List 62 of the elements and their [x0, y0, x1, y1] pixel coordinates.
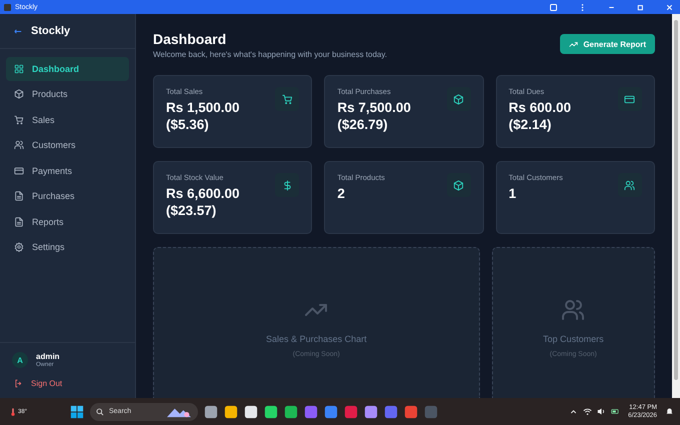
nav-item[interactable]: Settings [6, 236, 129, 259]
bell-icon[interactable] [665, 407, 674, 416]
thermometer-icon [10, 406, 16, 416]
app-icon[interactable] [204, 404, 218, 418]
trend-icon [569, 40, 578, 48]
restore-icon[interactable] [636, 2, 645, 12]
battery-icon[interactable] [611, 407, 620, 416]
scrollbar[interactable] [672, 14, 680, 398]
users-icon [14, 140, 24, 150]
stat-converted-value: ($2.14) [508, 116, 552, 133]
nav-item[interactable]: Customers [6, 134, 129, 157]
box-icon [453, 180, 464, 190]
volume-icon[interactable] [597, 407, 606, 416]
brand-name: Stockly [31, 25, 70, 37]
stat-value: Rs 600.00 [508, 99, 571, 116]
app-icon[interactable] [244, 404, 258, 418]
page-subtitle: Welcome back, here's what's happening with your business today. [153, 50, 387, 59]
nav-item[interactable]: Payments [6, 159, 129, 182]
panel-title: Top Customers [543, 334, 604, 344]
users-icon [624, 180, 636, 190]
back-arrow-icon[interactable] [14, 28, 22, 34]
nav-item[interactable]: Reports [6, 210, 129, 234]
user-name: admin [36, 352, 60, 361]
sign-out-link[interactable]: Sign Out [0, 376, 135, 398]
box-icon [453, 94, 464, 104]
stat-value: 1 [508, 185, 518, 202]
page-title: Dashboard [153, 31, 228, 47]
dollar-icon [282, 180, 293, 190]
grid-icon [14, 64, 24, 74]
app-logo-icon [4, 4, 11, 10]
stat-value: 2 [337, 185, 346, 202]
stat-value: Rs 6,600.00 [166, 185, 240, 202]
document-icon [14, 191, 24, 202]
app-icon[interactable] [264, 404, 278, 418]
app-icon[interactable] [224, 404, 238, 418]
card-icon [14, 166, 24, 176]
avatar: A [12, 352, 28, 368]
search-icon [96, 408, 104, 416]
sign-out-icon [14, 379, 23, 388]
box-icon [14, 89, 24, 100]
nav-item[interactable]: Sales [6, 108, 129, 132]
nav-item[interactable]: Products [6, 82, 129, 106]
stat-value: Rs 1,500.00 [166, 99, 240, 116]
cart-icon [14, 114, 24, 125]
card-icon [624, 94, 636, 104]
close-icon[interactable] [665, 2, 674, 12]
start-icon[interactable] [70, 404, 84, 418]
stat-value: Rs 7,500.00 [337, 99, 411, 116]
nav-item[interactable]: Purchases [6, 184, 129, 208]
document-icon [14, 216, 24, 227]
app-icon[interactable] [364, 404, 378, 418]
wifi-icon[interactable] [583, 407, 592, 416]
stat-converted-value: ($5.36) [166, 116, 210, 133]
stat-converted-value: ($26.79) [337, 116, 389, 133]
cart-icon [282, 94, 293, 104]
users-icon [561, 298, 586, 322]
settings-icon [14, 242, 24, 252]
app-icon[interactable] [284, 404, 298, 418]
panel-title: Sales & Purchases Chart [266, 334, 367, 344]
nav-item[interactable]: Dashboard [6, 57, 129, 80]
stat-converted-value: ($23.57) [166, 202, 218, 219]
mountain-icon [166, 406, 192, 418]
